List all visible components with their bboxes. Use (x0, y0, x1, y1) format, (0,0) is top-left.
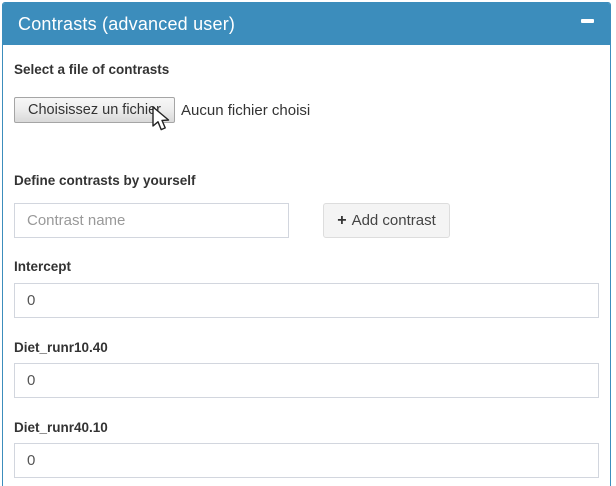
field-label-diet-runr40-10: Diet_runr40.10 (14, 420, 108, 435)
field-input-diet-runr10-40[interactable] (14, 363, 599, 398)
panel-header[interactable]: Contrasts (advanced user) (3, 3, 610, 45)
panel-body: Select a file of contrasts Choisissez un… (3, 45, 610, 486)
page: Contrasts (advanced user) Select a file … (0, 0, 616, 486)
choose-file-button[interactable]: Choisissez un fichier (14, 97, 175, 123)
minus-icon (581, 19, 594, 23)
file-input-row: Choisissez un fichier Aucun fichier choi… (14, 97, 310, 123)
field-input-intercept[interactable] (14, 283, 599, 318)
field-input-diet-runr40-10[interactable] (14, 443, 599, 478)
plus-icon: + (337, 212, 346, 230)
contrast-name-input[interactable] (14, 203, 289, 238)
field-label-diet-runr10-40: Diet_runr10.40 (14, 340, 108, 355)
panel-title: Contrasts (advanced user) (18, 14, 235, 35)
file-section-label: Select a file of contrasts (14, 62, 169, 77)
file-status-text: Aucun fichier choisi (181, 102, 310, 119)
contrasts-panel: Contrasts (advanced user) Select a file … (2, 2, 611, 486)
add-contrast-label: Add contrast (352, 212, 436, 229)
field-label-intercept: Intercept (14, 259, 71, 274)
define-section-label: Define contrasts by yourself (14, 173, 196, 188)
add-contrast-button[interactable]: + Add contrast (323, 203, 450, 238)
collapse-button[interactable] (578, 12, 596, 30)
